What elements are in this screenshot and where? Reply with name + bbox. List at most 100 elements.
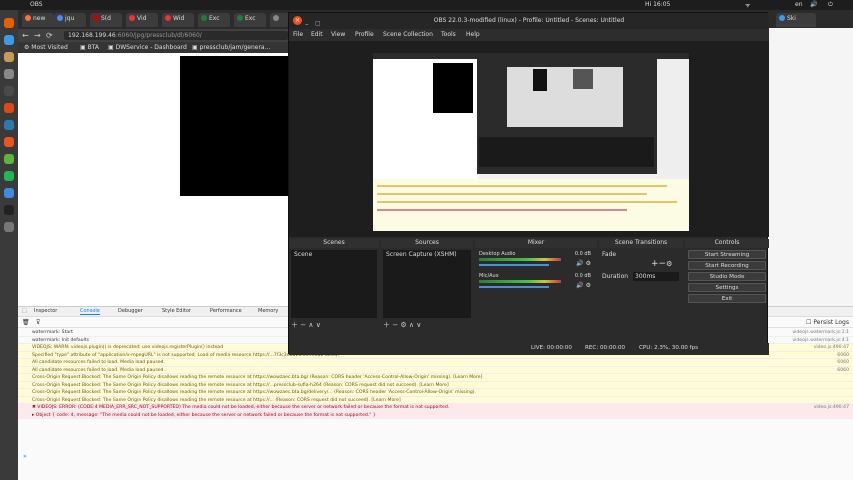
network-indicator-icon[interactable]: ᯤ xyxy=(745,1,750,9)
tab-debugger[interactable]: Debugger xyxy=(118,308,143,314)
chrome-icon[interactable] xyxy=(4,35,14,45)
apps-icon[interactable] xyxy=(4,154,14,164)
sources-title: Sources xyxy=(381,239,473,248)
tab-favicon-icon xyxy=(25,15,31,21)
back-icon[interactable]: ← xyxy=(22,31,29,40)
scene-item[interactable]: Scene xyxy=(291,250,377,259)
bookmark-pressclub[interactable]: ▣ pressclub/jam/genera... xyxy=(192,44,270,51)
console-message-source[interactable]: 6060 xyxy=(837,359,849,366)
bookmark-most-visited[interactable]: ⚙ Most Visited xyxy=(24,44,68,51)
duration-input[interactable]: 300ms xyxy=(633,272,679,281)
console-message-text: Cross-Origin Request Blocked: The Same O… xyxy=(32,390,477,395)
filter-icon[interactable]: ⊽ xyxy=(36,319,40,326)
transition-select[interactable]: Fade xyxy=(602,251,616,258)
add-icon[interactable]: ＋ xyxy=(291,321,298,329)
menu-profile[interactable]: Profile xyxy=(355,31,374,38)
add-icon[interactable]: ＋ xyxy=(383,321,390,329)
tab-label: Exc xyxy=(209,15,220,22)
mixer-channel: Mic/Aux 0.0 dB 🔊 ⚙ xyxy=(477,272,595,294)
volume-slider[interactable] xyxy=(479,264,549,266)
mute-and-settings-icon[interactable]: 🔊 ⚙ xyxy=(576,260,591,267)
console-message-source[interactable]: video.js:490:47 xyxy=(814,344,849,351)
calendar-icon[interactable] xyxy=(4,120,14,130)
menu-tools[interactable]: Tools xyxy=(441,31,456,38)
obs-window: × – ▢ OBS 22.0.3-modified (linux) - Prof… xyxy=(288,12,769,355)
menu-edit[interactable]: Edit xyxy=(311,31,323,38)
menu-help[interactable]: Help xyxy=(466,31,480,38)
tab-performance[interactable]: Performance xyxy=(210,308,242,314)
tab-label: Vid xyxy=(137,15,147,22)
console-message-source[interactable]: videojs.watermark.js:1:1 xyxy=(792,329,849,336)
bookmark-bta[interactable]: ▣ BTA xyxy=(80,44,99,51)
start-recording-button[interactable]: Start Recording xyxy=(688,261,766,270)
vscode-icon[interactable] xyxy=(4,188,14,198)
browser-tab[interactable]: Wid xyxy=(162,13,194,27)
browser-tab[interactable]: S(d xyxy=(90,13,122,27)
start-streaming-button[interactable]: Start Streaming xyxy=(688,250,766,259)
settings-button[interactable]: Settings xyxy=(688,283,766,292)
console-message-source[interactable]: 6060 xyxy=(837,367,849,374)
keyboard-layout-indicator[interactable]: en xyxy=(795,1,803,8)
obs-icon[interactable] xyxy=(4,205,14,215)
move-up-icon[interactable]: ∧ xyxy=(409,321,414,329)
scenes-title: Scenes xyxy=(289,239,379,248)
move-down-icon[interactable]: ∨ xyxy=(416,321,421,329)
browser-tab[interactable]: jqu xyxy=(54,13,86,27)
settings-icon[interactable] xyxy=(4,69,14,79)
browser-tab[interactable]: new xyxy=(22,13,54,27)
console-message-source[interactable]: video.js:490:47 xyxy=(814,404,849,411)
devtools-picker-icon[interactable]: ⬚ xyxy=(22,308,27,314)
add-icon[interactable]: + xyxy=(651,259,659,269)
reload-icon[interactable]: ⟳ xyxy=(46,31,53,40)
video-player[interactable] xyxy=(180,56,288,196)
console-message-source[interactable]: videojs.watermark.js:4:1 xyxy=(792,337,849,344)
close-icon[interactable]: × xyxy=(293,16,302,25)
source-item[interactable]: Screen Capture (XSHM) xyxy=(383,250,471,259)
console-input[interactable]: » xyxy=(18,453,853,463)
menu-view[interactable]: View xyxy=(331,31,345,38)
tab-console[interactable]: Console xyxy=(80,308,100,315)
studio-mode-button[interactable]: Studio Mode xyxy=(688,272,766,281)
firefox-icon[interactable] xyxy=(4,18,14,28)
tab-inspector[interactable]: Inspector xyxy=(34,308,57,314)
bookmark-dwservice[interactable]: ▣ DWService - Dashboard xyxy=(108,44,187,51)
spotify-icon[interactable] xyxy=(4,171,14,181)
trash-icon[interactable]: 🗑 xyxy=(22,319,30,326)
files-icon[interactable] xyxy=(4,52,14,62)
activities-label[interactable]: OBS xyxy=(30,1,43,8)
console-message-text: All candidate resources failed to load. … xyxy=(32,360,165,365)
exit-button[interactable]: Exit xyxy=(688,294,766,303)
tab-memory[interactable]: Memory xyxy=(258,308,278,314)
browser-tab[interactable]: Exc xyxy=(198,13,230,27)
menu-scene-collection[interactable]: Scene Collection xyxy=(383,31,433,38)
remove-icon[interactable]: − xyxy=(300,321,306,329)
trash-icon[interactable] xyxy=(4,222,14,232)
controls-buttons: Start Streaming Start Recording Studio M… xyxy=(685,249,769,305)
browser-tab[interactable]: Ski xyxy=(776,13,816,27)
address-bar[interactable]: 192.168.199.46:6060/jpg/pressclub/dl/606… xyxy=(64,31,288,40)
remove-icon[interactable]: − xyxy=(392,321,398,329)
remove-icon[interactable]: − xyxy=(659,259,667,269)
gear-icon[interactable]: ⚙ xyxy=(400,321,406,329)
volume-slider[interactable] xyxy=(479,286,549,288)
power-menu-icon[interactable]: ⏻ xyxy=(828,1,833,9)
persist-logs-checkbox[interactable]: ☐ Persist Logs xyxy=(806,319,849,326)
terminal-icon[interactable] xyxy=(4,86,14,96)
tab-style-editor[interactable]: Style Editor xyxy=(162,308,191,314)
obs-preview-area[interactable] xyxy=(289,41,769,237)
mute-and-settings-icon[interactable]: 🔊 ⚙ xyxy=(576,282,591,289)
clock[interactable]: Hi 16:05 xyxy=(645,1,670,8)
browser-tab[interactable]: Vid xyxy=(126,13,158,27)
gear-icon[interactable]: ⚙ xyxy=(666,260,672,268)
volume-indicator-icon[interactable]: 🔊 xyxy=(810,1,817,8)
forward-icon[interactable]: → xyxy=(34,31,41,40)
browser-tab[interactable]: Exc xyxy=(234,13,266,27)
text-editor-icon[interactable] xyxy=(4,103,14,113)
software-icon[interactable] xyxy=(4,137,14,147)
menu-file[interactable]: File xyxy=(293,31,303,38)
move-up-icon[interactable]: ∧ xyxy=(308,321,313,329)
mixer-channels: Desktop Audio 0.0 dB 🔊 ⚙ Mic/Aux 0.0 dB 🔊 ⚙ xyxy=(477,250,595,318)
mixer-channel-name: Desktop Audio xyxy=(479,251,516,257)
move-down-icon[interactable]: ∨ xyxy=(316,321,321,329)
console-message-source[interactable]: 6060 xyxy=(837,352,849,359)
